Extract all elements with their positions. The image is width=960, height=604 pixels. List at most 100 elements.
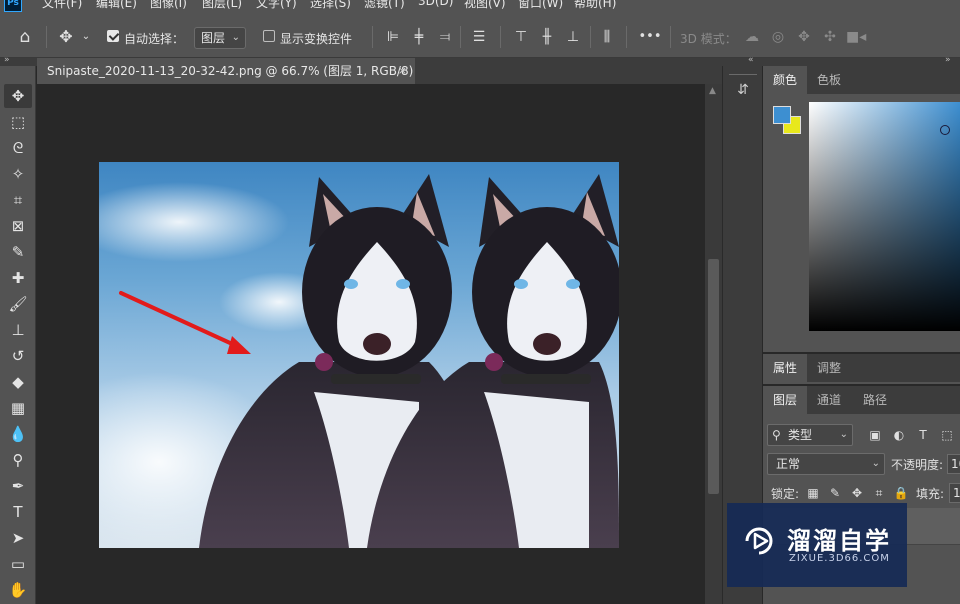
tab-color[interactable]: 颜色 — [763, 66, 808, 94]
filter-shape-icon[interactable]: ⬚ — [939, 426, 955, 444]
marquee-tool-icon[interactable]: ⬚ — [4, 110, 32, 134]
filter-adjustment-icon[interactable]: ◐ — [891, 426, 907, 444]
menu-help[interactable]: 帮助(H) — [574, 0, 616, 11]
color-panel-tabs: 颜色 色板 — [763, 66, 960, 94]
pen-tool-icon[interactable]: ✒ — [4, 474, 32, 498]
tab-channels[interactable]: 通道 — [807, 386, 851, 414]
3d-camera-icon[interactable]: ■◂ — [846, 28, 866, 46]
crop-tool-icon[interactable]: ⌗ — [4, 188, 32, 212]
show-transform-checkbox[interactable] — [263, 30, 275, 42]
align-bottom-icon[interactable]: ⊥ — [564, 28, 582, 46]
tab-properties[interactable]: 属性 — [763, 354, 808, 382]
vertical-scrollbar[interactable]: ▲ — [705, 84, 722, 604]
auto-select-checkbox[interactable] — [107, 30, 119, 42]
divider — [590, 26, 591, 48]
align-horizontal-center-icon[interactable]: ╪ — [410, 28, 428, 46]
clone-stamp-tool-icon[interactable]: ⊥ — [4, 318, 32, 342]
blur-tool-icon[interactable]: 💧 — [4, 422, 32, 446]
layer-filter-dropdown[interactable]: ⚲ 类型 ⌄ — [767, 424, 853, 446]
color-picker-field[interactable] — [809, 102, 960, 331]
cloud — [99, 182, 289, 262]
distribute-vertical-icon[interactable]: ☰ — [470, 28, 488, 46]
align-right-icon[interactable]: ⫤ — [436, 28, 454, 46]
close-icon[interactable]: × — [398, 58, 407, 84]
fill-input[interactable]: 1 — [949, 483, 960, 503]
auto-select-dropdown[interactable]: 图层 ⌄ — [194, 27, 246, 49]
opacity-value: 10 — [951, 457, 960, 471]
menu-3d[interactable]: 3D(D) — [418, 0, 453, 8]
brush-tool-icon[interactable]: 🖌 — [4, 292, 32, 316]
filter-pixel-icon[interactable]: ▣ — [867, 426, 883, 444]
menu-window[interactable]: 窗口(W) — [518, 0, 563, 11]
lock-all-icon[interactable]: 🔒 — [893, 484, 909, 502]
3d-pan-icon[interactable]: ✥ — [794, 28, 814, 46]
3d-roll-icon[interactable]: ◎ — [768, 28, 788, 46]
gradient-tool-icon[interactable]: ▦ — [4, 396, 32, 420]
chevron-down-icon[interactable]: ⌄ — [80, 28, 92, 46]
layers-panel-tabs: 图层 通道 路径 — [763, 386, 960, 414]
color-panel: 颜色 色板 — [763, 66, 960, 352]
document-image[interactable] — [99, 162, 619, 548]
foreground-color-swatch[interactable] — [773, 106, 791, 124]
3d-mode-label: 3D 模式： — [680, 32, 737, 46]
menu-type[interactable]: 文字(Y) — [256, 0, 297, 11]
lock-position-icon[interactable]: ✥ — [849, 484, 865, 502]
menu-filter[interactable]: 滤镜(T) — [364, 0, 405, 11]
filter-type-icon[interactable]: T — [915, 426, 931, 444]
more-options-icon[interactable]: ••• — [638, 28, 662, 46]
collapse-left-icon[interactable]: » — [4, 55, 10, 65]
collapse-icon[interactable]: « — [748, 55, 754, 65]
eyedropper-tool-icon[interactable]: ✎ — [4, 240, 32, 264]
scrollbar-thumb[interactable] — [708, 259, 719, 494]
move-tool-icon[interactable]: ✥ — [56, 28, 76, 46]
magic-wand-tool-icon[interactable]: ✧ — [4, 162, 32, 186]
3d-orbit-icon[interactable]: ☁ — [742, 28, 762, 46]
divider — [46, 26, 47, 48]
home-icon[interactable]: ⌂ — [14, 28, 36, 46]
properties-panel: 属性 调整 — [763, 354, 960, 384]
frame-tool-icon[interactable]: ⊠ — [4, 214, 32, 238]
lock-transparent-icon[interactable]: ▦ — [805, 484, 821, 502]
menu-file[interactable]: 文件(F) — [42, 0, 82, 11]
menu-edit[interactable]: 编辑(E) — [96, 0, 137, 11]
menu-select[interactable]: 选择(S) — [310, 0, 351, 11]
tab-paths[interactable]: 路径 — [853, 386, 897, 414]
eraser-tool-icon[interactable]: ◆ — [4, 370, 32, 394]
divider — [670, 26, 671, 48]
tab-layers[interactable]: 图层 — [763, 386, 808, 414]
align-top-icon[interactable]: ⊤ — [512, 28, 530, 46]
tab-adjustments[interactable]: 调整 — [807, 354, 851, 382]
menu-view[interactable]: 视图(V) — [464, 0, 506, 11]
3d-slide-icon[interactable]: ✣ — [820, 28, 840, 46]
lock-artboard-icon[interactable]: ⌗ — [871, 484, 887, 502]
path-selection-tool-icon[interactable]: ➤ — [4, 526, 32, 550]
healing-brush-tool-icon[interactable]: ✚ — [4, 266, 32, 290]
align-left-icon[interactable]: ⊫ — [384, 28, 402, 46]
document-tab[interactable]: Snipaste_2020-11-13_20-32-42.png @ 66.7%… — [37, 58, 415, 84]
tab-swatches[interactable]: 色板 — [807, 66, 851, 94]
document-tab-bar: Snipaste_2020-11-13_20-32-42.png @ 66.7%… — [37, 58, 722, 84]
lock-image-icon[interactable]: ✎ — [827, 484, 843, 502]
blend-mode-dropdown[interactable]: 正常 ⌄ — [767, 453, 885, 475]
dodge-tool-icon[interactable]: ⚲ — [4, 448, 32, 472]
hand-tool-icon[interactable]: ✋ — [4, 578, 32, 602]
move-tool-icon[interactable]: ✥ — [4, 84, 32, 108]
options-bar: ⌂ ✥ ⌄ 自动选择： 图层 ⌄ 显示变换控件 ⊫ ╪ ⫤ ☰ ⊤ ╫ ⊥ ⫼ … — [0, 16, 960, 58]
opacity-input[interactable]: 10 — [947, 454, 960, 474]
lasso-tool-icon[interactable]: ᘓ — [4, 136, 32, 160]
scroll-up-icon[interactable]: ▲ — [709, 86, 716, 96]
history-brush-tool-icon[interactable]: ↺ — [4, 344, 32, 368]
expand-icon[interactable]: » — [945, 55, 951, 65]
history-panel-icon[interactable]: ⇵ — [731, 78, 755, 102]
divider — [626, 26, 627, 48]
rectangle-tool-icon[interactable]: ▭ — [4, 552, 32, 576]
divider — [729, 74, 757, 75]
chevron-down-icon: ⌄ — [231, 32, 240, 43]
type-tool-icon[interactable]: T — [4, 500, 32, 524]
menu-layer[interactable]: 图层(L) — [202, 0, 242, 11]
align-vertical-center-icon[interactable]: ╫ — [538, 28, 556, 46]
distribute-horizontal-icon[interactable]: ⫼ — [598, 28, 616, 46]
divider — [372, 26, 373, 48]
menu-image[interactable]: 图像(I) — [150, 0, 187, 11]
color-picker-cursor[interactable] — [940, 125, 950, 135]
